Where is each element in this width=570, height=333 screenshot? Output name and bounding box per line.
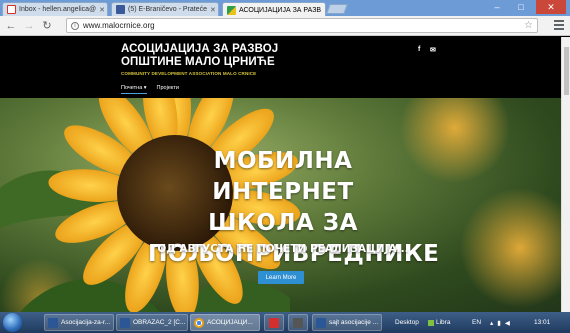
tab-title: Inbox - hellen.angelica@ <box>19 6 97 13</box>
clock[interactable]: 13:01 <box>534 314 550 331</box>
bookmark-star-icon[interactable]: ☆ <box>524 20 533 31</box>
taskbar-item[interactable] <box>288 314 308 331</box>
taskbar-item[interactable]: Asocijacija-za-r... <box>44 314 114 331</box>
minimize-button[interactable]: – <box>486 0 508 14</box>
site-title-line2: ОПШТИНЕ МАЛО ЦРНИЋЕ <box>121 56 275 68</box>
browser-menu-icon[interactable] <box>554 19 564 31</box>
forward-icon[interactable]: → <box>22 19 36 33</box>
tab-facebook[interactable]: (5) E-Braničevo - Prateće ✕ <box>111 2 219 16</box>
os-taskbar: Asocijacija-za-r... OBRAZAC_2 [C... АСОЦ… <box>0 312 570 333</box>
site-header: АСОЦИЈАЦИЈА ЗА РАЗВОЈ ОПШТИНЕ МАЛО ЦРНИЋ… <box>0 37 561 98</box>
close-tab-icon[interactable]: ✕ <box>99 6 105 14</box>
app-icon <box>269 317 279 328</box>
close-window-button[interactable]: ✕ <box>536 0 566 14</box>
new-tab-button[interactable] <box>326 4 348 14</box>
taskbar-item-browser[interactable]: АСОЦИЈАЦИ... <box>190 314 260 331</box>
hero-banner: МОБИЛНА ИНТЕРНЕТ ШКОЛА ЗА ПОЉОПРИВРЕДНИК… <box>0 98 561 312</box>
back-icon[interactable]: ← <box>4 19 18 33</box>
start-button[interactable] <box>3 313 22 332</box>
facebook-icon[interactable]: f <box>418 46 420 53</box>
reload-icon[interactable]: ↻ <box>40 19 54 33</box>
word-doc-icon <box>120 317 130 328</box>
nav-item-projects[interactable]: Пројекти <box>157 85 179 94</box>
nav-item-home[interactable]: Почетна ▾ <box>121 85 147 94</box>
web-page: АСОЦИЈАЦИЈА ЗА РАЗВОЈ ОПШТИНЕ МАЛО ЦРНИЋ… <box>0 37 561 312</box>
taskbar-item-label: АСОЦИЈАЦИ... <box>207 319 253 326</box>
word-doc-icon <box>316 317 326 328</box>
site-title[interactable]: АСОЦИЈАЦИЈА ЗА РАЗВОЈ ОПШТИНЕ МАЛО ЦРНИЋ… <box>121 43 291 69</box>
desktop-toolbar-label[interactable]: Desktop <box>395 314 419 331</box>
volume-icon[interactable]: ◀ <box>505 319 510 327</box>
facebook-icon <box>116 5 125 14</box>
network-icon[interactable]: ▮ <box>497 319 501 327</box>
hero-subtitle: ОД АВГУСТА ЋЕ ПОЧЕТИ РЕАЛИЗАЦИЈА... <box>157 243 409 255</box>
tab-title: АСОЦИЈАЦИЈА ЗА РАЗВ <box>239 6 322 14</box>
site-favicon-icon <box>227 5 236 15</box>
tab-title: (5) E-Braničevo - Prateće <box>128 6 207 13</box>
site-title-line1: АСОЦИЈАЦИЈА ЗА РАЗВОЈ <box>121 43 279 55</box>
gmail-icon <box>7 5 16 14</box>
page-scrollbar[interactable] <box>561 37 570 312</box>
scrollbar-thumb[interactable] <box>564 47 569 95</box>
taskbar-item-label: Asocijacija-za-r... <box>61 319 111 326</box>
system-tray-icons: ▴ ▮ ◀ <box>490 314 510 331</box>
tray-arrow-icon[interactable]: ▴ <box>490 319 493 327</box>
browser-tab-strip: Inbox - hellen.angelica@ ✕ (5) E-Braniče… <box>0 0 570 17</box>
site-subtitle: COMMUNITY DEVELOPMENT ASSOCIATION MALO C… <box>121 71 257 76</box>
taskbar-item-label: OBRAZAC_2 [C... <box>133 319 186 326</box>
taskbar-item[interactable] <box>264 314 284 331</box>
chrome-icon <box>194 317 204 328</box>
tab-active-site[interactable]: АСОЦИЈАЦИЈА ЗА РАЗВ ✕ <box>222 2 326 17</box>
hero-title-line1: МОБИЛНА ИНТЕРНЕТ <box>212 148 354 205</box>
main-nav: Почетна ▾ Пројекти <box>121 85 179 94</box>
maximize-button[interactable]: □ <box>510 0 532 14</box>
language-indicator[interactable]: EN <box>472 314 481 331</box>
libra-icon <box>428 319 434 326</box>
browser-toolbar: ← → ↻ i www.malocrnice.org ☆ <box>0 16 570 36</box>
app-icon <box>293 317 303 328</box>
hero-title-line2: ШКОЛА ЗА <box>208 210 358 236</box>
tab-gmail-inbox[interactable]: Inbox - hellen.angelica@ ✕ <box>2 2 108 16</box>
taskbar-item[interactable]: OBRAZAC_2 [C... <box>116 314 188 331</box>
url-text: www.malocrnice.org <box>83 21 155 30</box>
info-icon[interactable]: i <box>71 21 79 30</box>
email-icon[interactable]: ✉ <box>430 46 436 54</box>
taskbar-item[interactable]: sajt asocijacije ... <box>312 314 382 331</box>
learn-more-button[interactable]: Learn More <box>258 271 304 284</box>
word-doc-icon <box>48 317 58 328</box>
address-bar[interactable]: i www.malocrnice.org ☆ <box>66 18 538 33</box>
taskbar-item-label: sajt asocijacije ... <box>329 319 379 326</box>
close-tab-icon[interactable]: ✕ <box>210 6 216 14</box>
libra-toolbar[interactable]: Libra <box>428 314 450 331</box>
libra-label: Libra <box>436 319 451 326</box>
